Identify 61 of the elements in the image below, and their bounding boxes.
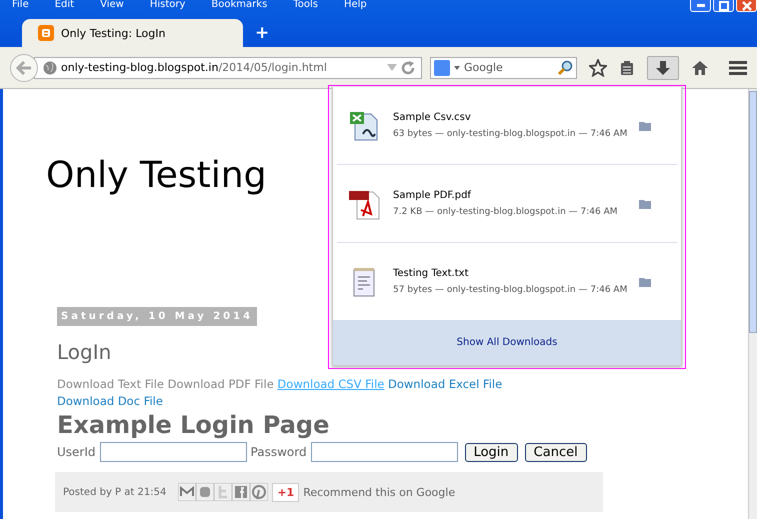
downloads-button[interactable] [647,56,679,80]
blog-title: Only Testing [46,155,266,197]
folder-icon[interactable] [639,276,651,286]
file-name: Testing Text.txt [393,268,470,279]
pinterest-share-icon[interactable] [250,483,268,501]
search-icon[interactable] [557,60,573,76]
userid-field[interactable] [100,442,247,462]
page-heading: Example Login Page [57,410,330,440]
file-details: 7.2 KB — only-testing-blog.blogspot.in — 7:46 AM [393,207,618,217]
download-item[interactable]: Sample Csv.csv 63 bytes — only-testing-blog.blogspot.in — 7:46 AM [337,87,677,165]
maximize-icon [718,0,728,10]
dropdown-icon[interactable] [387,64,397,71]
reload-icon[interactable] [401,60,415,74]
post-title: LogIn [57,340,112,364]
globe-icon [43,60,57,74]
download-link[interactable]: Download Doc File [57,394,163,408]
browser-tab[interactable]: Only Testing: LogIn [22,19,243,47]
download-item[interactable]: Testing Text.txt 57 bytes — only-testing-blog.blogspot.in — 7:46 AM [337,243,677,320]
dropdown-icon [454,66,460,70]
recommend-text: Recommend this on Google [303,486,456,498]
back-button[interactable] [10,54,38,82]
twitter-share-icon[interactable] [214,483,232,501]
close-button[interactable] [736,0,757,12]
date-header: Saturday, 10 May 2014 [57,307,258,326]
home-icon[interactable] [691,60,709,76]
facebook-share-icon[interactable] [232,483,250,501]
show-all-downloads-link[interactable]: Show All Downloads [456,337,558,348]
minimize-button[interactable] [690,0,711,12]
search-field[interactable]: Google [430,56,577,78]
google-plus-button[interactable]: +1 [272,482,300,502]
password-label: Password [250,445,307,459]
back-arrow-icon [16,60,32,74]
userid-label: UserId [57,445,96,459]
blog-share-icon[interactable] [196,483,214,501]
url-text: only-testing-blog.blogspot.in/2014/05/login.html [61,61,328,74]
download-link[interactable]: Download Text File [57,377,164,391]
scrollbar[interactable] [748,89,757,519]
minimize-icon [696,4,704,7]
close-icon [742,0,752,10]
download-item[interactable]: Sample PDF.pdf 7.2 KB — only-testing-blog.blogspot.in — 7:46 AM [337,165,677,243]
file-details: 63 bytes — only-testing-blog.blogspot.in — 7:46 AM [393,129,628,139]
menu-icon[interactable] [729,60,747,74]
file-name: Sample Csv.csv [393,112,472,123]
post-byline: Posted by P at 21:54 [63,486,166,498]
file-name: Sample PDF.pdf [393,190,472,201]
download-link[interactable]: Download Excel File [388,377,502,391]
file-details: 57 bytes — only-testing-blog.blogspot.in — 7:46 AM [393,285,628,295]
download-arrow-icon [655,60,671,76]
email-share-icon[interactable] [178,483,196,501]
star-icon[interactable] [589,58,607,76]
folder-icon[interactable] [639,120,651,130]
password-field[interactable] [310,442,458,462]
new-tab-button[interactable]: + [255,23,270,43]
clipboard-icon[interactable] [619,60,635,76]
download-link[interactable]: Download PDF File [168,377,274,391]
form-button[interactable]: Cancel [524,442,587,462]
folder-icon[interactable] [639,198,651,208]
blog-logo-icon [38,25,54,41]
maximize-button[interactable] [713,0,734,12]
address-bar[interactable]: only-testing-blog.blogspot.in/2014/05/login.html [34,56,422,78]
form-button[interactable]: Login [464,442,518,462]
